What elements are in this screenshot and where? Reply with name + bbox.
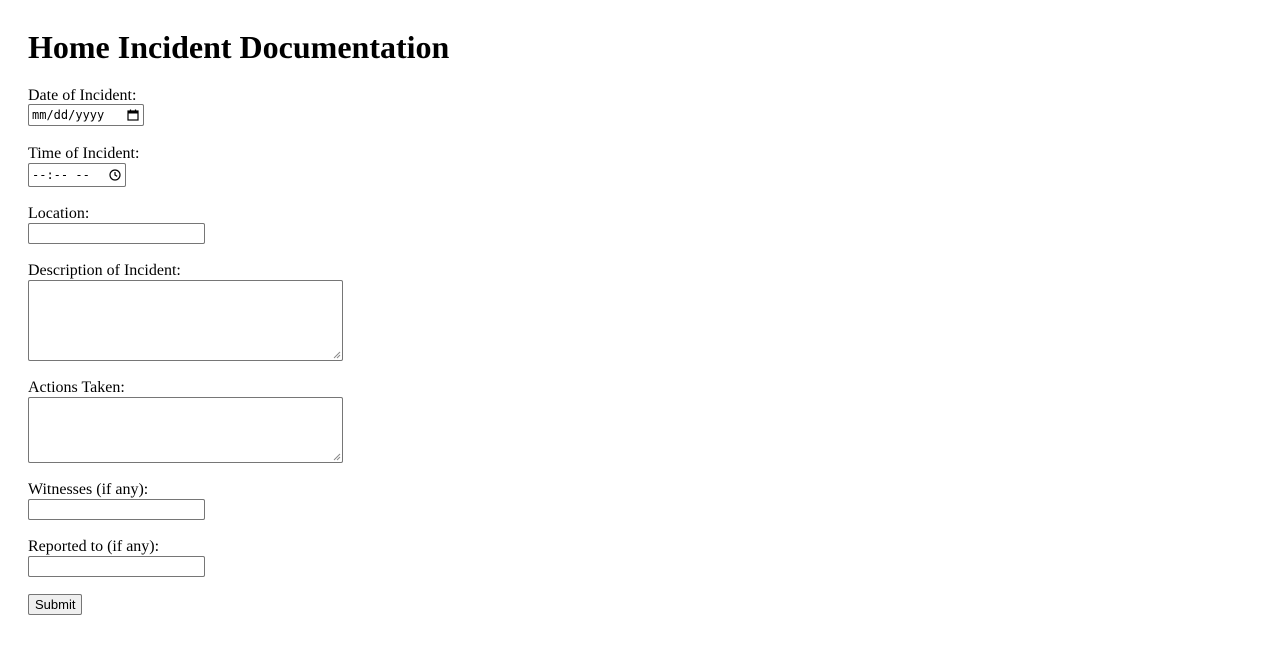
description-textarea[interactable] — [28, 280, 343, 361]
witnesses-field-group: Witnesses (if any): — [28, 481, 205, 520]
resize-grip-icon[interactable] — [333, 351, 341, 359]
time-placeholder: --:-- -- — [32, 168, 90, 182]
date-placeholder: mm/dd/yyyy — [32, 108, 105, 122]
reported-to-label: Reported to (if any): — [28, 538, 160, 555]
reported-to-field-group: Reported to (if any): — [28, 538, 205, 577]
time-field-group: Time of Incident: --:-- -- — [28, 145, 139, 187]
time-input[interactable]: --:-- -- — [28, 163, 126, 187]
description-label: Description of Incident: — [28, 262, 181, 279]
resize-grip-icon[interactable] — [333, 453, 341, 461]
calendar-icon[interactable] — [127, 109, 139, 121]
time-label: Time of Incident: — [28, 145, 140, 162]
location-label: Location: — [28, 205, 90, 222]
description-field-group: Description of Incident: — [28, 262, 343, 361]
date-input[interactable]: mm/dd/yyyy — [28, 104, 144, 126]
location-field-group: Location: — [28, 205, 205, 244]
submit-button[interactable]: Submit — [28, 594, 83, 615]
location-input[interactable] — [28, 223, 205, 244]
date-field-group: Date of Incident: mm/dd/yyyy — [28, 87, 144, 126]
clock-icon[interactable] — [109, 169, 121, 181]
reported-to-input[interactable] — [28, 556, 205, 577]
date-label: Date of Incident: — [28, 87, 137, 104]
actions-label: Actions Taken: — [28, 379, 125, 396]
actions-textarea[interactable] — [28, 397, 343, 463]
page-title: Home Incident Documentation — [28, 29, 450, 65]
witnesses-label: Witnesses (if any): — [28, 481, 149, 498]
actions-field-group: Actions Taken: — [28, 379, 343, 463]
witnesses-input[interactable] — [28, 499, 205, 520]
